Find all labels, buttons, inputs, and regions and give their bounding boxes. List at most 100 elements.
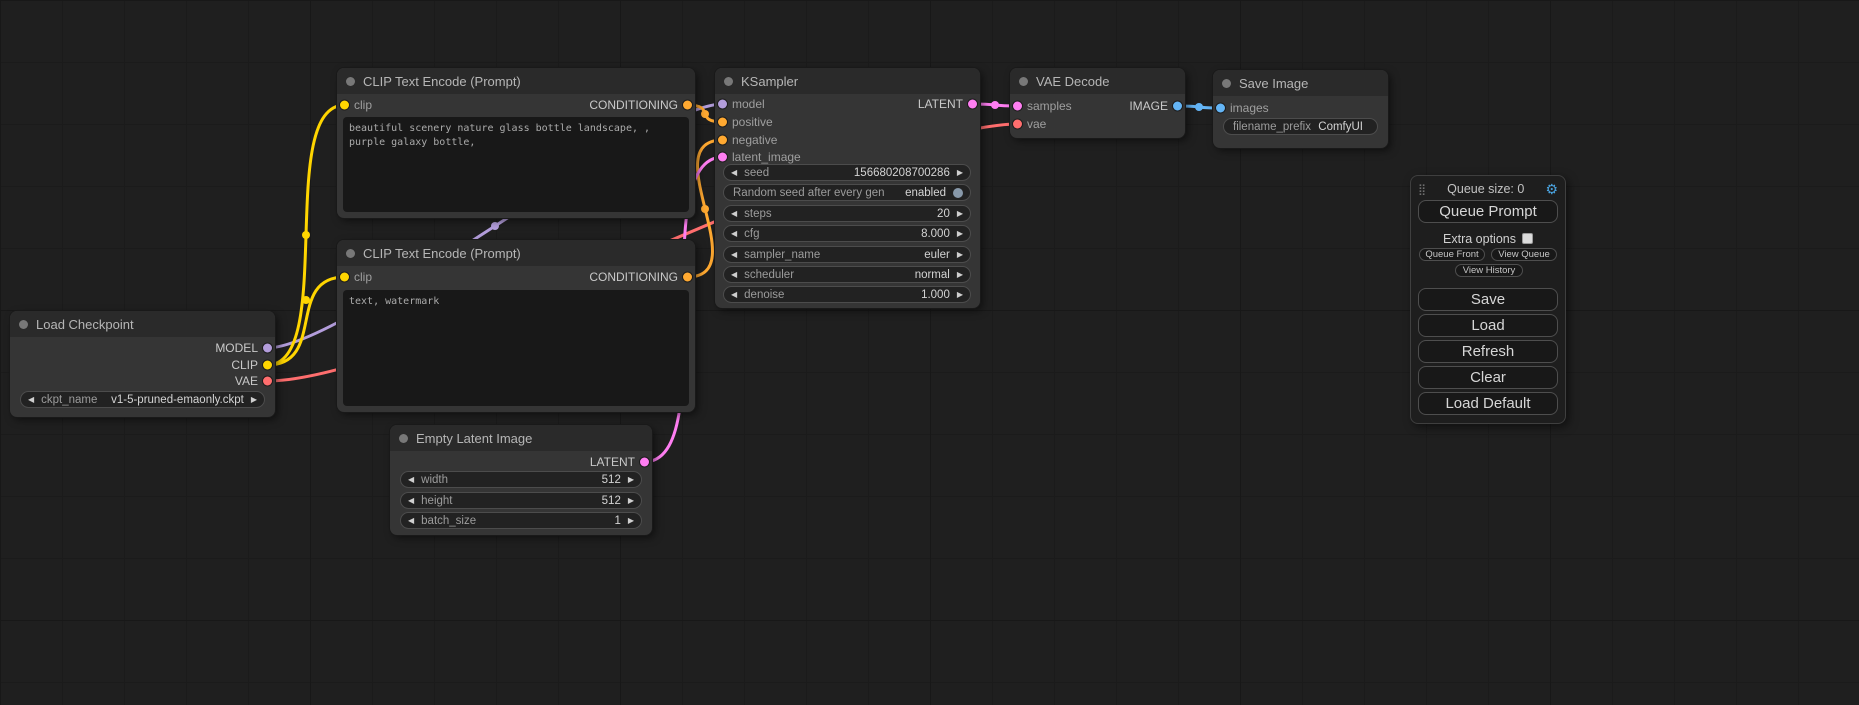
positive-prompt-textarea[interactable]: beautiful scenery nature glass bottle la… [343, 117, 689, 212]
increment-arrow-icon[interactable]: ▶ [957, 210, 963, 218]
load-button[interactable]: Load [1418, 314, 1558, 337]
decrement-arrow-icon[interactable]: ◀ [731, 169, 737, 177]
clip-input-port[interactable] [340, 273, 349, 282]
settings-gear-icon[interactable]: ⚙ [1545, 182, 1558, 196]
clear-button[interactable]: Clear [1418, 366, 1558, 389]
widget-value: normal [915, 269, 950, 281]
vae-input-port[interactable] [1013, 120, 1022, 129]
slot-label: vae [1027, 117, 1046, 131]
save-button[interactable]: Save [1418, 288, 1558, 311]
decrement-arrow-icon[interactable]: ◀ [731, 210, 737, 218]
batch-size-widget[interactable]: ◀ batch_size 1 ▶ [400, 512, 642, 529]
increment-arrow-icon[interactable]: ▶ [957, 251, 963, 259]
node-empty-latent-image[interactable]: Empty Latent Image LATENT ◀ width 512 ▶ … [390, 425, 652, 535]
samples-input-port[interactable] [1013, 102, 1022, 111]
increment-arrow-icon[interactable]: ▶ [251, 396, 257, 404]
extra-options-checkbox[interactable] [1522, 233, 1533, 244]
widget-value: 1.000 [921, 289, 950, 301]
decrement-arrow-icon[interactable]: ◀ [731, 271, 737, 279]
increment-arrow-icon[interactable]: ▶ [957, 230, 963, 238]
node-title-bar[interactable]: Load Checkpoint [10, 311, 275, 337]
queue-front-button[interactable]: Queue Front [1419, 248, 1485, 261]
seed-widget[interactable]: ◀ seed 156680208700286 ▶ [723, 164, 971, 181]
filename-prefix-widget[interactable]: filename_prefix ComfyUI [1223, 118, 1378, 135]
collapse-dot[interactable] [399, 434, 408, 443]
denoise-widget[interactable]: ◀ denoise 1.000 ▶ [723, 286, 971, 303]
queue-panel: ⣿ Queue size: 0 ⚙ Queue Prompt Extra opt… [1410, 175, 1566, 424]
widget-value: 512 [602, 495, 621, 507]
node-title-bar[interactable]: CLIP Text Encode (Prompt) [337, 68, 695, 94]
increment-arrow-icon[interactable]: ▶ [628, 476, 634, 484]
node-clip-text-encode-negative[interactable]: CLIP Text Encode (Prompt) clip CONDITION… [337, 240, 695, 412]
steps-widget[interactable]: ◀ steps 20 ▶ [723, 205, 971, 222]
model-input-port[interactable] [718, 100, 727, 109]
node-load-checkpoint[interactable]: Load Checkpoint MODEL CLIP VAE ◀ ckpt_na… [10, 311, 275, 417]
collapse-dot[interactable] [346, 249, 355, 258]
latent-output-port[interactable] [968, 100, 977, 109]
decrement-arrow-icon[interactable]: ◀ [408, 517, 414, 525]
cfg-widget[interactable]: ◀ cfg 8.000 ▶ [723, 225, 971, 242]
toggle-knob[interactable] [953, 188, 963, 198]
negative-prompt-textarea[interactable]: text, watermark [343, 290, 689, 406]
widget-label: steps [744, 208, 772, 220]
slot-label: clip [354, 98, 372, 112]
slot-label: samples [1027, 99, 1072, 113]
decrement-arrow-icon[interactable]: ◀ [408, 497, 414, 505]
node-title-bar[interactable]: Empty Latent Image [390, 425, 652, 451]
node-title: CLIP Text Encode (Prompt) [363, 246, 521, 261]
increment-arrow-icon[interactable]: ▶ [628, 517, 634, 525]
decrement-arrow-icon[interactable]: ◀ [408, 476, 414, 484]
node-ksampler[interactable]: KSampler model positive negative latent_… [715, 68, 980, 308]
width-widget[interactable]: ◀ width 512 ▶ [400, 471, 642, 488]
increment-arrow-icon[interactable]: ▶ [628, 497, 634, 505]
conditioning-output-port[interactable] [683, 273, 692, 282]
clip-output-port[interactable] [263, 361, 272, 370]
images-input-port[interactable] [1216, 104, 1225, 113]
negative-input-port[interactable] [718, 136, 727, 145]
latent-output-port[interactable] [640, 458, 649, 467]
node-title-bar[interactable]: KSampler [715, 68, 980, 94]
widget-label: sampler_name [744, 249, 820, 261]
collapse-dot[interactable] [1222, 79, 1231, 88]
conditioning-output-port[interactable] [683, 101, 692, 110]
node-title-bar[interactable]: CLIP Text Encode (Prompt) [337, 240, 695, 266]
refresh-button[interactable]: Refresh [1418, 340, 1558, 363]
collapse-dot[interactable] [1019, 77, 1028, 86]
widget-label: cfg [744, 228, 759, 240]
collapse-dot[interactable] [724, 77, 733, 86]
clip-input-port[interactable] [340, 101, 349, 110]
drag-handle-icon[interactable]: ⣿ [1418, 183, 1426, 196]
decrement-arrow-icon[interactable]: ◀ [28, 396, 34, 404]
decrement-arrow-icon[interactable]: ◀ [731, 251, 737, 259]
positive-input-port[interactable] [718, 118, 727, 127]
increment-arrow-icon[interactable]: ▶ [957, 271, 963, 279]
image-output-port[interactable] [1173, 102, 1182, 111]
node-save-image[interactable]: Save Image images filename_prefix ComfyU… [1213, 70, 1388, 148]
ckpt-name-widget[interactable]: ◀ ckpt_name v1-5-pruned-emaonly.ckpt ▶ [20, 391, 265, 408]
height-widget[interactable]: ◀ height 512 ▶ [400, 492, 642, 509]
collapse-dot[interactable] [346, 77, 355, 86]
view-history-button[interactable]: View History [1455, 264, 1523, 277]
scheduler-widget[interactable]: ◀ scheduler normal ▶ [723, 266, 971, 283]
input-slot-clip: clip [337, 269, 372, 285]
queue-prompt-button[interactable]: Queue Prompt [1418, 200, 1558, 223]
node-vae-decode[interactable]: VAE Decode samples vae IMAGE [1010, 68, 1185, 138]
view-queue-button[interactable]: View Queue [1491, 248, 1557, 261]
node-clip-text-encode-positive[interactable]: CLIP Text Encode (Prompt) clip CONDITION… [337, 68, 695, 218]
node-title-bar[interactable]: Save Image [1213, 70, 1388, 96]
graph-canvas[interactable]: Load Checkpoint MODEL CLIP VAE ◀ ckpt_na… [0, 0, 1859, 705]
decrement-arrow-icon[interactable]: ◀ [731, 291, 737, 299]
load-default-button[interactable]: Load Default [1418, 392, 1558, 415]
latent-image-input-port[interactable] [718, 153, 727, 162]
increment-arrow-icon[interactable]: ▶ [957, 291, 963, 299]
decrement-arrow-icon[interactable]: ◀ [731, 230, 737, 238]
queue-panel-header: ⣿ Queue size: 0 ⚙ [1418, 180, 1558, 198]
node-title-bar[interactable]: VAE Decode [1010, 68, 1185, 94]
collapse-dot[interactable] [19, 320, 28, 329]
model-output-port[interactable] [263, 344, 272, 353]
increment-arrow-icon[interactable]: ▶ [957, 169, 963, 177]
vae-output-port[interactable] [263, 377, 272, 386]
random-seed-toggle-widget[interactable]: Random seed after every gen enabled [723, 184, 971, 201]
sampler-name-widget[interactable]: ◀ sampler_name euler ▶ [723, 246, 971, 263]
output-slot-latent: LATENT [918, 96, 980, 112]
